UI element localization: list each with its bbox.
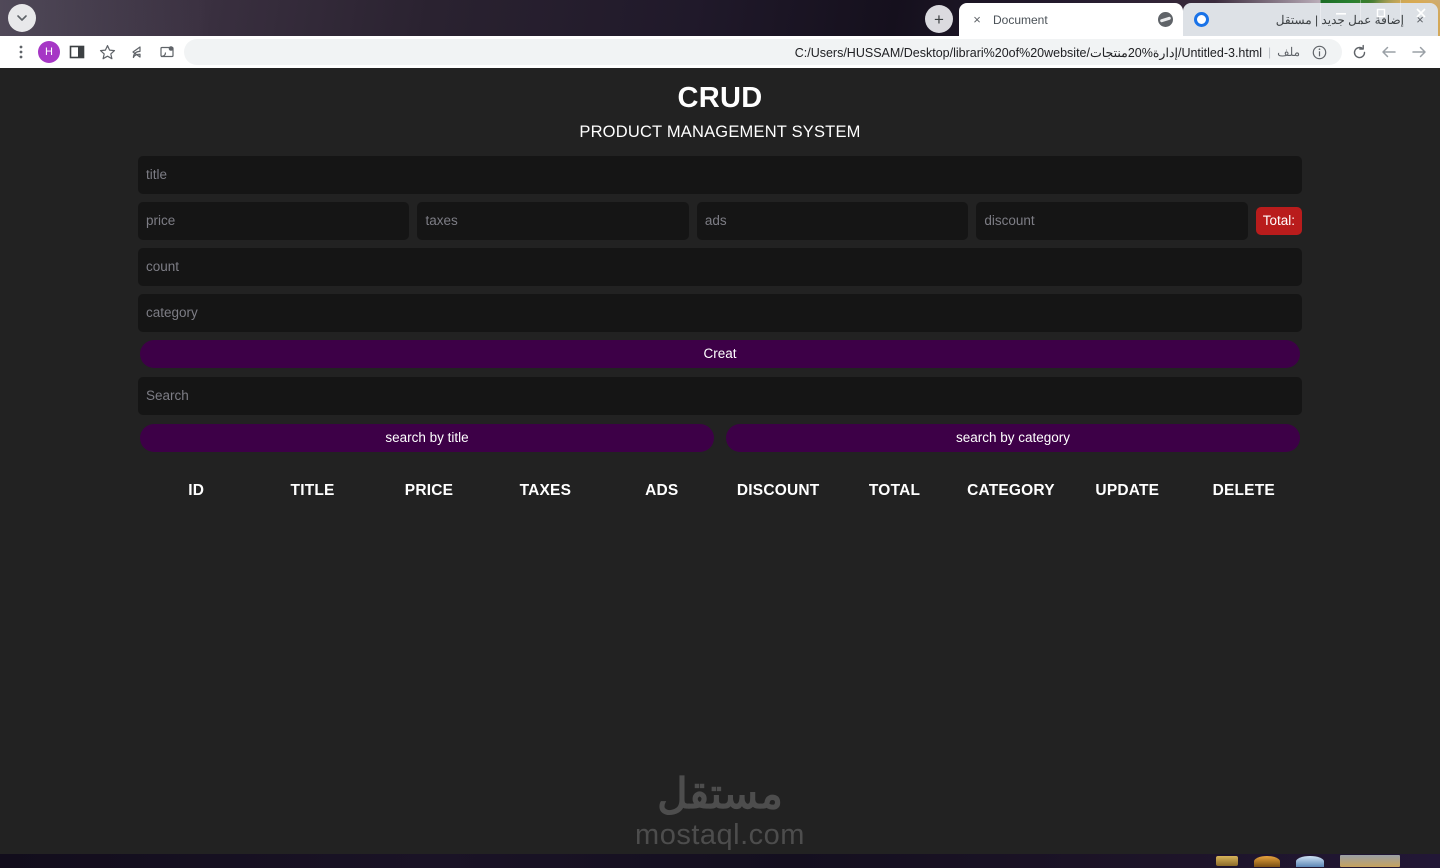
category-input[interactable]	[138, 293, 1302, 332]
cast-icon[interactable]	[154, 39, 180, 65]
browser-window: إضافة عمل جديد | مستقل × × Document + H	[0, 0, 1440, 868]
close-icon[interactable]: ×	[969, 12, 985, 27]
table-header-delete: DELETE	[1212, 481, 1275, 499]
tab-title: Document	[993, 12, 1048, 27]
total-badge: Total:	[1255, 206, 1303, 235]
ring-icon	[1193, 12, 1209, 28]
windows-taskbar	[0, 854, 1440, 868]
taxes-input[interactable]	[417, 201, 689, 240]
share-icon[interactable]	[124, 39, 150, 65]
table-header-category: CATEGORY	[967, 481, 1055, 499]
table-header-ads: ADS	[645, 481, 679, 499]
title-input[interactable]	[138, 155, 1302, 194]
taskbar-item[interactable]	[1254, 855, 1280, 867]
products-table: ID TITLE PRICE TAXES ADS DISCOUNT TOTAL …	[138, 474, 1302, 508]
window-controls	[1320, 0, 1440, 26]
table-header-price: PRICE	[404, 481, 454, 499]
create-button[interactable]: Creat	[140, 339, 1300, 368]
three-dot-menu-icon[interactable]	[8, 39, 34, 65]
table-header-taxes: TAXES	[519, 481, 572, 499]
search-mode-buttons: search by title search by category	[138, 423, 1302, 452]
globe-icon	[1157, 12, 1173, 28]
title-row	[138, 155, 1302, 194]
close-button[interactable]	[1400, 0, 1440, 26]
taskbar-preview-thumb[interactable]	[1340, 855, 1400, 867]
watermark-latin: mostaql.com	[635, 819, 805, 851]
watermark-arabic: مستقل	[657, 769, 783, 817]
new-tab-button[interactable]: +	[925, 5, 953, 33]
side-panel-icon[interactable]	[64, 39, 90, 65]
discount-input[interactable]	[976, 201, 1248, 240]
minimize-button[interactable]	[1320, 0, 1360, 26]
count-row	[138, 247, 1302, 286]
count-input[interactable]	[138, 247, 1302, 286]
url-text: C:/Users/HUSSAM/Desktop/librari%20of%20w…	[794, 45, 1263, 60]
file-scheme-label: ملف	[1277, 45, 1300, 59]
restore-button[interactable]	[1360, 0, 1400, 26]
search-by-title-button[interactable]: search by title	[140, 423, 714, 452]
browser-toolbar: H ملف | C:/Users/HUSSAM/Desktop/librari%…	[0, 36, 1440, 68]
table-header-title: TITLE	[290, 481, 335, 499]
ads-input[interactable]	[696, 201, 969, 240]
search-input[interactable]	[138, 376, 1302, 415]
amounts-row: Total:	[138, 201, 1303, 240]
page-title: CRUD	[677, 82, 763, 114]
omnibox-separator: |	[1268, 45, 1272, 59]
reload-icon[interactable]	[1346, 39, 1372, 65]
tab-search-button[interactable]	[8, 4, 36, 32]
search-by-category-button[interactable]: search by category	[726, 423, 1300, 452]
table-header-update: UPDATE	[1095, 481, 1160, 499]
mostaql-watermark: مستقل mostaql.com	[0, 769, 1440, 852]
create-button-wrap: Creat	[138, 339, 1302, 368]
chevron-down-icon	[17, 15, 27, 21]
price-input[interactable]	[138, 201, 410, 240]
forward-arrow-icon[interactable]	[1406, 39, 1432, 65]
table-header-discount: DISCOUNT	[736, 481, 820, 499]
table-header-total: TOTAL	[868, 481, 921, 499]
page-info-icon[interactable]	[1306, 39, 1332, 65]
taskbar-item[interactable]	[1296, 855, 1324, 867]
page-subtitle: PRODUCT MANAGEMENT SYSTEM	[579, 122, 861, 141]
page-content: CRUD PRODUCT MANAGEMENT SYSTEM Total: Cr…	[0, 68, 1440, 868]
search-row	[138, 376, 1302, 415]
taskbar-item[interactable]	[1216, 856, 1238, 866]
browser-tab-document[interactable]: × Document	[959, 3, 1183, 36]
table-header-id: ID	[188, 481, 205, 499]
category-row	[138, 293, 1302, 332]
avatar[interactable]: H	[38, 41, 60, 63]
table-header-row: ID TITLE PRICE TAXES ADS DISCOUNT TOTAL …	[138, 474, 1302, 508]
star-icon[interactable]	[94, 39, 120, 65]
back-arrow-icon[interactable]	[1376, 39, 1402, 65]
address-bar[interactable]: ملف | C:/Users/HUSSAM/Desktop/librari%20…	[184, 39, 1342, 65]
tab-strip: إضافة عمل جديد | مستقل × × Document +	[0, 0, 1440, 36]
